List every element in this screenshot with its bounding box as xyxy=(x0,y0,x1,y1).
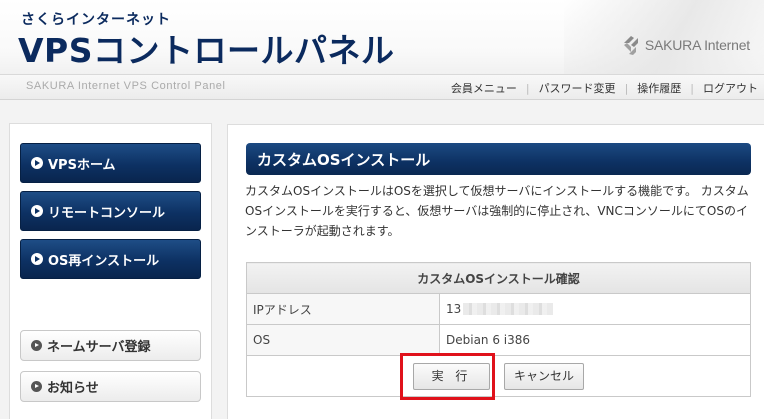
panel-tagline: SAKURA Internet VPS Control Panel xyxy=(26,80,226,92)
page-title: カスタムOSインストール xyxy=(246,143,751,175)
sub-header-bar: SAKURA Internet VPS Control Panel 会員メニュー… xyxy=(0,74,764,100)
sidebar-item-label: OS再インストール xyxy=(48,253,160,269)
sakura-logo-text: SAKURA Internet xyxy=(644,37,750,53)
table-row: OS Debian 6 i386 xyxy=(246,324,751,356)
execute-button[interactable]: 実 行 xyxy=(413,362,490,390)
brand-title: VPSコントロールパネル xyxy=(18,31,395,70)
sidebar-item-label: VPSホーム xyxy=(48,157,116,173)
topnav-separator: | xyxy=(624,81,629,95)
topnav-operation-history[interactable]: 操作履歴 xyxy=(637,79,681,97)
ip-address-text: 13 xyxy=(446,302,462,316)
topnav-separator: | xyxy=(690,81,694,95)
ip-address-value: 13 xyxy=(439,293,751,325)
sakura-logo: SAKURA Internet xyxy=(622,34,750,56)
sakura-logo-icon xyxy=(623,36,638,55)
cancel-button[interactable]: キャンセル xyxy=(504,362,584,390)
sidebar-item-os-reinstall[interactable]: OS再インストール xyxy=(20,239,201,279)
page-title-text: カスタムOSインストール xyxy=(257,150,431,169)
os-label: OS xyxy=(246,324,440,356)
arrow-right-icon xyxy=(31,381,42,392)
arrow-right-icon xyxy=(31,340,42,351)
sidebar-item-label: お知らせ xyxy=(47,381,99,396)
sidebar-item-label: リモートコンソール xyxy=(48,205,166,221)
topnav-separator: | xyxy=(525,81,530,95)
os-value: Debian 6 i386 xyxy=(439,324,751,356)
arrow-right-icon xyxy=(31,205,43,217)
header: さくらインターネット VPSコントロールパネル SAKURA Internet xyxy=(0,0,764,74)
redacted-ip-block xyxy=(463,303,554,315)
table-row: IPアドレス 13 xyxy=(246,293,751,325)
sidebar-item-notices[interactable]: お知らせ xyxy=(20,371,201,402)
ip-address-label: IPアドレス xyxy=(246,293,440,325)
sidebar-item-remote-console[interactable]: リモートコンソール xyxy=(20,191,201,231)
topnav-logout[interactable]: ログアウト xyxy=(703,79,758,97)
page-description: カスタムOSインストールはOSを選択して仮想サーバにインストールする機能です。 … xyxy=(245,184,749,238)
arrow-right-icon xyxy=(31,253,43,265)
confirmation-table: カスタムOSインストール確認 IPアドレス 13 OS Debian 6 i38… xyxy=(246,262,751,397)
topnav-change-password[interactable]: パスワード変更 xyxy=(539,79,616,97)
sidebar-item-label: ネームサーバ登録 xyxy=(47,340,151,355)
sidebar-item-nameserver-registration[interactable]: ネームサーバ登録 xyxy=(20,330,201,361)
button-cell: 実 行キャンセル xyxy=(246,355,751,397)
confirmation-table-header: カスタムOSインストール確認 xyxy=(246,262,751,294)
top-navigation: 会員メニュー | パスワード変更 | 操作履歴 | ログアウト xyxy=(451,79,758,97)
topnav-member-menu[interactable]: 会員メニュー xyxy=(451,79,517,97)
arrow-right-icon xyxy=(31,157,43,169)
sidebar-item-vps-home[interactable]: VPSホーム xyxy=(20,143,201,183)
button-row: 実 行キャンセル xyxy=(246,355,751,397)
